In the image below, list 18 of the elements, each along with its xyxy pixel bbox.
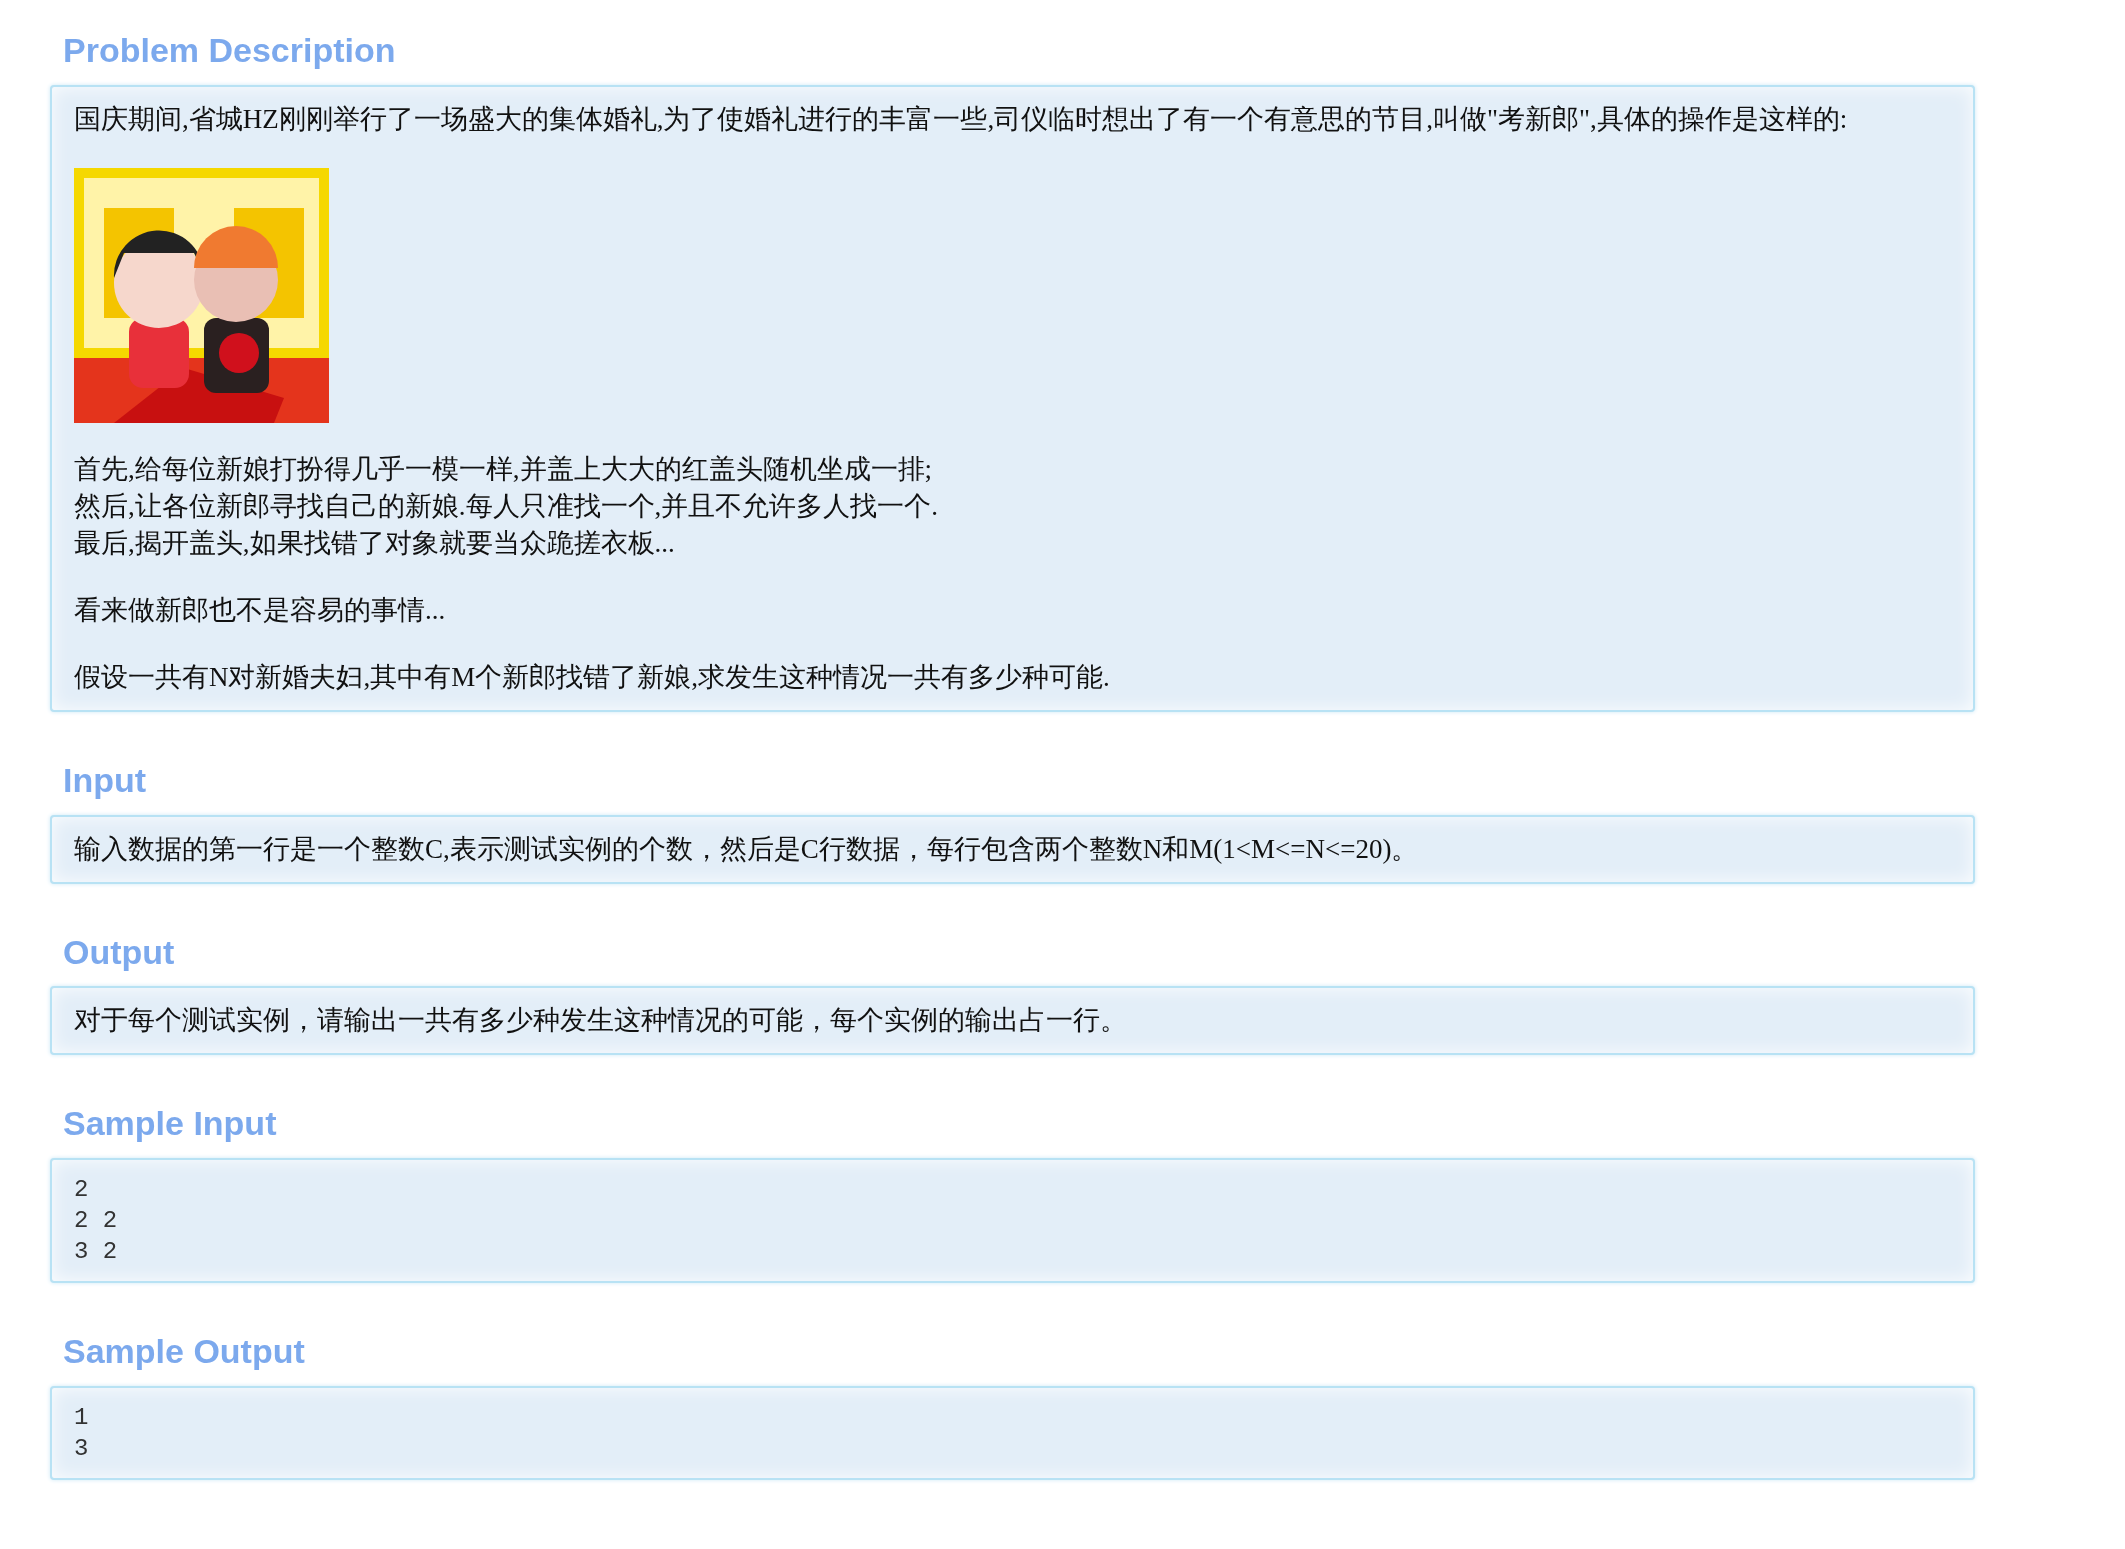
- text-line: 然后,让各位新郎寻找自己的新娘.每人只准找一个,并且不允许多人找一个.: [74, 489, 939, 523]
- text-line: 假设一共有N对新婚夫妇,其中有M个新郎找错了新娘,求发生这种情况一共有多少种可能.: [74, 660, 1111, 694]
- text-line: 首先,给每位新娘打扮得几乎一模一样,并盖上大大的红盖头随机坐成一排;: [74, 452, 933, 486]
- code-line: 2 2: [74, 1206, 119, 1237]
- code-line: 2: [74, 1175, 90, 1206]
- text-line: 国庆期间,省城HZ刚刚举行了一场盛大的集体婚礼,为了使婚礼进行的丰富一些,司仪临时想出了有一个有意思的节目,叫做"考新郎",具体的操作是这样的:: [74, 102, 1849, 136]
- code-line: 3: [74, 1434, 90, 1464]
- section-heading: Input: [63, 759, 148, 801]
- text-line: 看来做新郎也不是容易的事情...: [74, 593, 447, 627]
- section-heading: Output: [63, 931, 176, 973]
- section-heading: Sample Output: [63, 1331, 306, 1372]
- text-line: 对于每个测试实例，请输出一共有多少种发生这种情况的可能，每个实例的输出占一行。: [74, 1004, 1128, 1038]
- code-line: 3 2: [74, 1237, 119, 1268]
- code-line: 1: [74, 1403, 90, 1433]
- section-heading: Sample Input: [63, 1103, 278, 1145]
- text-line: 输入数据的第一行是一个整数C,表示测试实例的个数，然后是C行数据，每行包含两个整数N和M(1<M<=N<=20)。: [74, 832, 1420, 866]
- section-heading: Problem Description: [63, 30, 397, 71]
- text-line: 最后,揭开盖头,如果找错了对象就要当众跪搓衣板...: [74, 526, 676, 560]
